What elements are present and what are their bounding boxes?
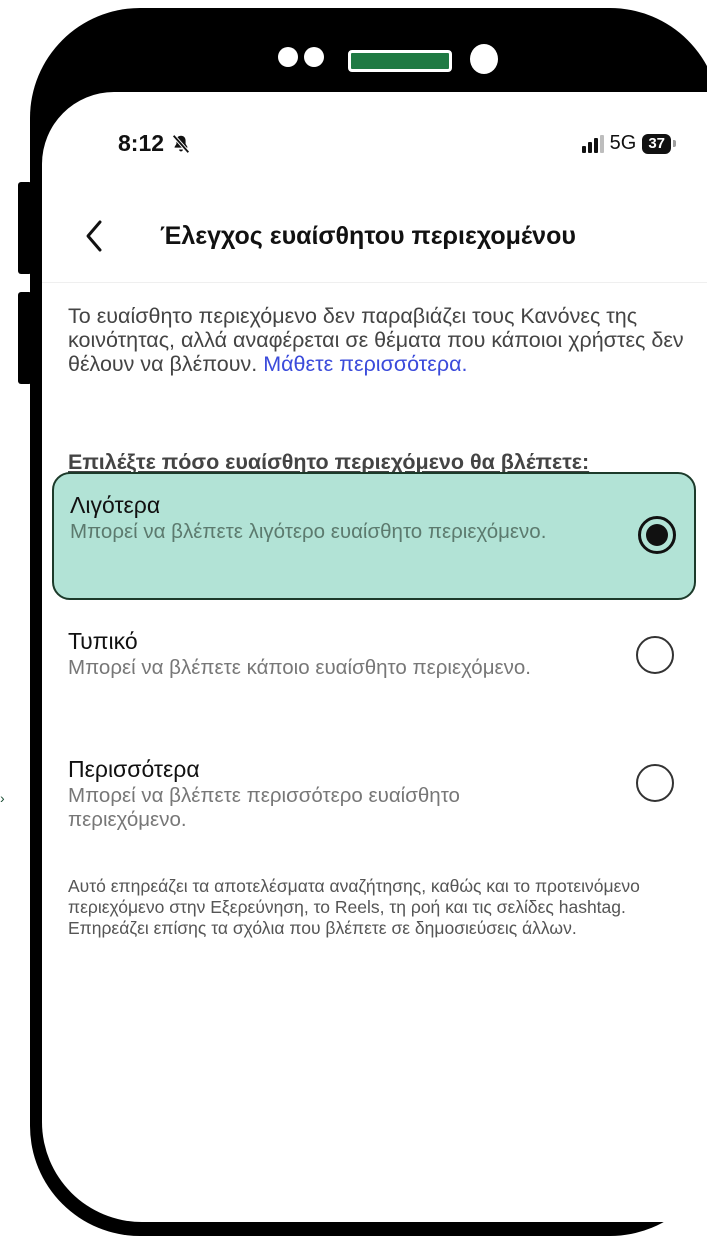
status-bar-time: 8:12 [118,130,192,157]
option-title: Λιγότερα [70,492,161,518]
option-title: Περισσότερα [68,756,200,782]
option-title: Τυπικό [68,628,138,654]
back-button[interactable] [76,214,112,258]
edge-arrow-icon: › [0,790,5,806]
header-bar: Έλεγχος ευαίσθητου περιεχομένου [42,198,707,283]
phone-screen: 8:12 5G 37 Έλεγχος ευαίσθητου περιεχομέν… [42,92,707,1222]
bell-slash-icon [172,134,190,153]
footer-note: Αυτό επηρεάζει τα αποτελέσματα αναζήτηση… [68,876,640,938]
option-less[interactable]: Λιγότερα Μπορεί να βλέπετε λιγότερο ευαί… [52,472,696,600]
option-description: Μπορεί να βλέπετε κάποιο ευαίσθητο περιε… [68,656,531,679]
status-bar-indicators: 5G 37 [581,132,676,155]
radio-button[interactable] [636,764,674,802]
front-camera [470,44,498,74]
chevron-left-icon [86,220,102,252]
option-standard[interactable]: Τυπικό Μπορεί να βλέπετε κάποιο ευαίσθητ… [52,622,692,722]
camera-sensor [304,47,324,67]
radio-button-selected[interactable] [638,516,676,554]
network-type: 5G [609,132,637,154]
screenshot: › 8:12 5G 37 Έλεγχος ευαίσθητου περιεχομ… [0,0,707,1238]
option-more[interactable]: Περισσότερα Μπορεί να βλέπετε περισσότερ… [52,750,692,850]
battery-level: 37 [642,133,671,154]
intro-paragraph: Το ευαίσθητο περιεχόμενο δεν παραβιάζει … [68,304,688,376]
page-title: Έλεγχος ευαίσθητου περιεχομένου [160,222,576,250]
option-description: Μπορεί να βλέπετε περισσότερο ευαίσθητο … [68,784,460,831]
radio-selected-dot [646,524,668,546]
battery-icon: 37 [642,133,676,154]
learn-more-link[interactable]: Μάθετε περισσότερα. [263,352,467,376]
radio-button[interactable] [636,636,674,674]
earpiece-speaker [348,50,452,72]
status-time-text: 8:12 [118,130,165,156]
camera-sensor [278,47,298,67]
option-description: Μπορεί να βλέπετε λιγότερο ευαίσθητο περ… [70,520,547,543]
signal-bars-icon [581,134,604,153]
